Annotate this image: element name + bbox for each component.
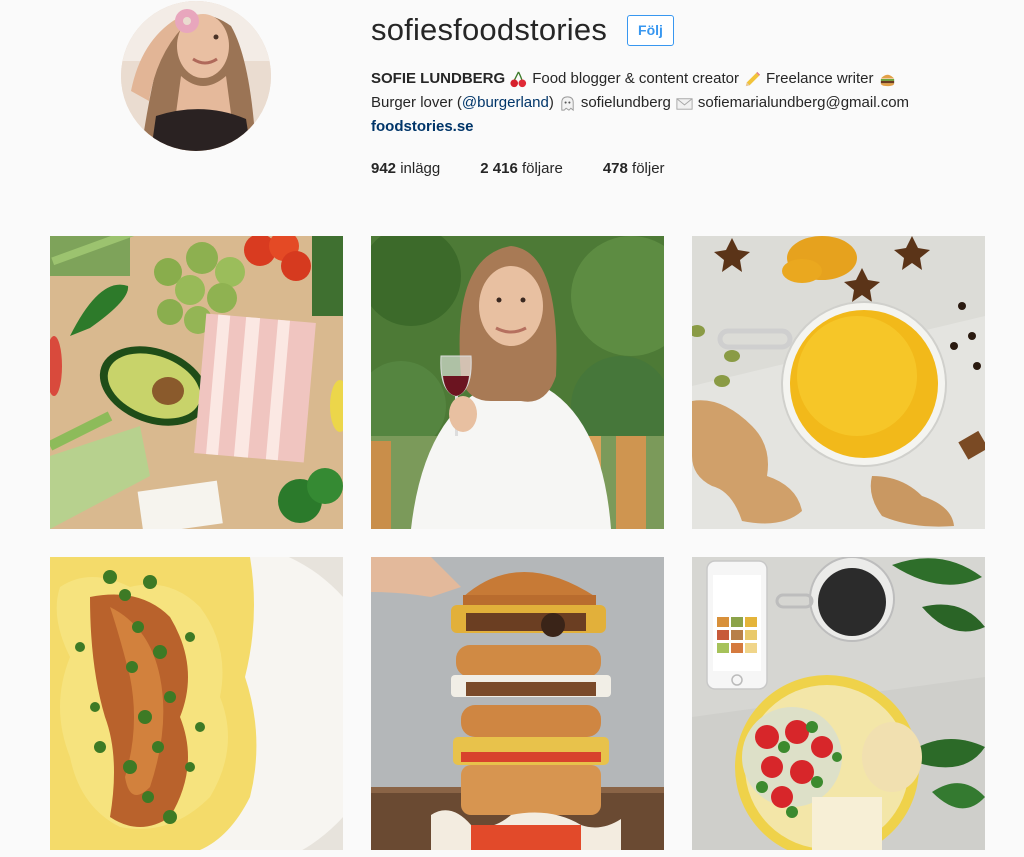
following-label: följer [632,160,665,177]
posts-label: inlägg [400,160,441,177]
posts-count: 942 [371,160,397,177]
burger-photo-icon [371,557,664,850]
post-phone-and-salad[interactable] [692,557,985,850]
vegetables-photo-icon [50,236,343,529]
golden-milk-photo-icon [692,236,985,529]
followers-stat[interactable]: 2 416 följare [480,160,563,177]
snapchat-handle: sofielundberg [580,94,671,111]
mention-link[interactable]: @burgerland [462,91,549,115]
followers-label: följare [521,160,563,177]
portrait-photo-icon [371,236,664,529]
post-burger-stack[interactable] [371,557,664,850]
bio-line-3: foodstories.se [371,115,1011,139]
pencil-icon [743,70,762,89]
bio-line-1: SOFIE LUNDBERG Food blogger & content cr… [371,67,1011,91]
profile-info: sofiesfoodstories Följ SOFIE LUNDBERG Fo… [371,10,1011,177]
follow-button[interactable]: Följ [627,14,674,46]
bio-burger-prefix: Burger lover ( [371,94,462,111]
post-vegetables-and-bacon[interactable] [50,236,343,529]
profile-page: sofiesfoodstories Följ SOFIE LUNDBERG Fo… [0,0,1024,857]
envelope-icon [675,94,694,113]
ghost-icon [558,94,577,113]
post-eggs-with-herbs[interactable] [50,557,343,850]
cherry-icon [509,70,528,89]
bio-freelance: Freelance writer [765,70,874,87]
bio-role: Food blogger & content creator [532,70,739,87]
eggs-photo-icon [50,557,343,850]
salad-photo-icon [692,557,985,850]
post-golden-milk[interactable] [692,236,985,529]
profile-photo-icon [121,1,271,151]
bio: SOFIE LUNDBERG Food blogger & content cr… [371,67,1011,139]
following-count: 478 [602,160,628,177]
followers-count: 2 416 [480,160,518,177]
stats: 942 inlägg 2 416 följare 478 följer [371,160,1011,177]
username: sofiesfoodstories [371,12,608,47]
bio-burger-suffix: ) [548,94,554,111]
website-link[interactable]: foodstories.se [371,115,474,139]
following-stat[interactable]: 478 följer [603,160,665,177]
avatar[interactable] [121,1,271,151]
post-woman-with-wine[interactable] [371,236,664,529]
email-address: sofiemarialundberg@gmail.com [697,94,910,111]
bio-line-2: Burger lover ( @burgerland ) sofielundbe… [371,91,1011,115]
posts-stat: 942 inlägg [371,160,440,177]
username-row: sofiesfoodstories Följ [371,10,1011,50]
full-name: SOFIE LUNDBERG [371,70,506,87]
burger-icon [878,70,897,89]
